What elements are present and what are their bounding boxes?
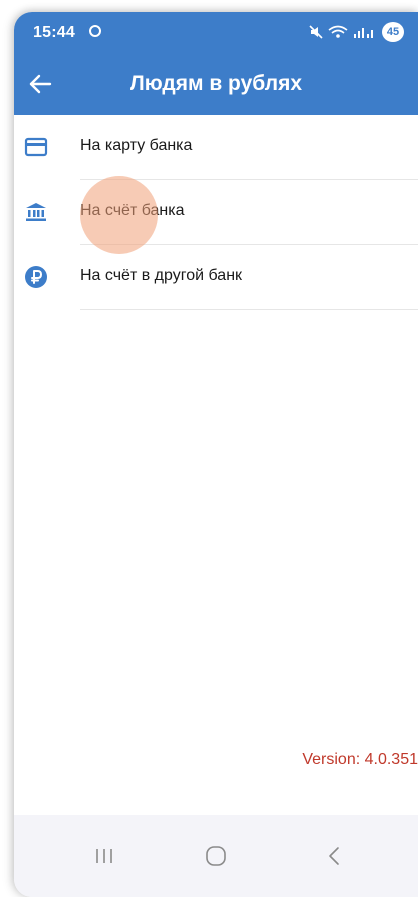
menu-item-to-other-bank[interactable]: На счёт в другой банк [14,245,418,310]
menu-item-to-bank-account[interactable]: На счёт банка [14,180,418,245]
card-icon [24,137,48,157]
bank-icon [26,203,46,221]
battery-indicator: 45 [382,22,404,42]
page-title: Людям в рублях [129,72,303,95]
back-icon[interactable] [314,841,354,871]
divider [80,309,418,310]
menu-item-to-card[interactable]: На карту банка [14,115,418,180]
toolbar: Людям в рублях [14,56,418,112]
touch-indicator [80,176,158,254]
mute-icon [309,25,323,39]
menu-item-label: На счёт в другой банк [80,267,243,284]
notification-icon [89,25,101,37]
recent-apps-icon[interactable] [84,841,124,871]
status-time: 15:44 [33,24,75,41]
home-icon[interactable] [196,841,236,871]
transfer-options-list: На карту банка На счёт банка На счёт в д… [14,115,418,310]
phone-screen: 15:44 45 Людям в рублях На карту банка б… [14,12,418,897]
ruble-icon [25,266,47,288]
signal-icon [354,28,373,38]
status-indicators: 45 [309,22,404,42]
system-navigation-bar [14,815,418,897]
version-label: Version: 4.0.351 [302,751,418,768]
menu-item-label: На карту банка [80,137,193,154]
status-bar: 15:44 45 [14,12,418,52]
wifi-icon [328,25,348,38]
app-header: 15:44 45 Людям в рублях [14,12,418,115]
